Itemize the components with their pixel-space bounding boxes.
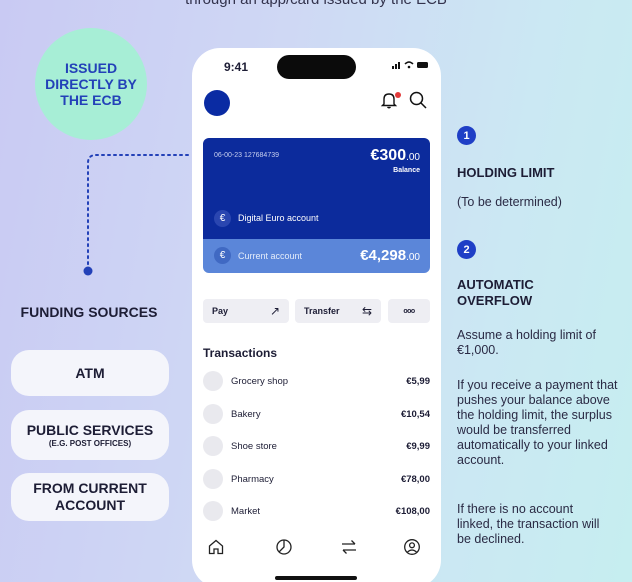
transaction-name: Market [231,506,261,517]
transaction-name: Shoe store [231,441,277,452]
euro-icon: € [214,210,231,227]
funding-sources-title: FUNDING SOURCES [20,304,158,320]
transaction-amount: €78,00 [400,474,430,485]
automatic-overflow-heading: AUTOMATIC OVERFLOW [457,277,534,308]
pay-button[interactable]: Pay ↗ [203,299,289,323]
transfer-label: Transfer [304,306,340,316]
digital-euro-card[interactable]: 06-00-23 127684739 €300.00 Balance € Dig… [203,138,430,239]
transfer-button[interactable]: Transfer ⇆ [295,299,381,323]
search-icon [409,91,427,109]
current-account-card[interactable]: € Current account €4,298.00 [203,239,430,273]
transaction-amount: €108,00 [395,506,430,517]
avatar[interactable] [204,90,230,116]
funding-source-label: FROM CURRENT ACCOUNT [33,480,147,513]
search-button[interactable] [408,90,430,112]
transaction-amount: €5,99 [406,376,430,387]
profile-icon[interactable] [403,538,421,556]
merchant-avatar [203,404,223,424]
merchant-avatar [203,371,223,391]
note-number-badge: 2 [457,240,476,259]
transaction-amount: €9,99 [406,441,430,452]
transaction-row[interactable]: Grocery shop €5,99 [203,371,430,391]
ecb-issued-badge: ISSUED DIRECTLY BY THE ECB [35,28,147,140]
overflow-text-assume: Assume a holding limit of €1,000. [457,328,596,357]
holding-limit-text: (To be determined) [457,195,562,209]
transactions-title: Transactions [203,346,278,360]
status-time: 9:41 [224,60,249,74]
funding-source-label: PUBLIC SERVICES [26,421,154,438]
arrow-up-right-icon: ↗ [269,304,280,318]
phone-mockup: 9:41 06-00-23 127684739 €300.00 Balance … [192,48,441,582]
current-account-balance: €4,298.00 [360,247,420,264]
transfer-arrows-icon: ⇆ [361,304,372,318]
holding-limit-heading: HOLDING LIMIT [457,165,555,180]
transfer-icon[interactable] [340,538,358,556]
more-dots-icon: ooo [403,307,415,315]
transaction-row[interactable]: Bakery €10,54 [203,404,430,424]
transaction-row[interactable]: Shoe store €9,99 [203,436,430,456]
merchant-avatar [203,501,223,521]
top-caption: through an app/card issued by the ECB [0,0,632,8]
overflow-text-declined: If there is no account linked, the trans… [457,502,600,546]
pay-label: Pay [212,306,229,316]
funding-source-sublabel: (E.G. POST OFFICES) [48,438,132,448]
merchant-avatar [203,469,223,489]
funding-source-public-services: PUBLIC SERVICES (E.G. POST OFFICES) [11,410,169,460]
digital-euro-account-name: Digital Euro account [238,213,319,223]
transaction-amount: €10,54 [400,409,430,420]
digital-euro-balance: €300.00 [370,147,421,164]
account-number: 06-00-23 127684739 [214,152,280,159]
overflow-text-surplus: If you receive a payment that pushes you… [457,378,618,467]
home-indicator [275,576,357,580]
transaction-row[interactable]: Pharmacy €78,00 [203,469,430,489]
funding-source-label: ATM [75,364,105,381]
funding-source-atm: ATM [11,350,169,396]
balance-label: Balance [393,167,420,174]
note-number-badge: 1 [457,126,476,145]
notification-dot [395,92,401,98]
transaction-name: Pharmacy [231,474,274,485]
signal-wifi-battery-icon [392,61,428,69]
dynamic-island [277,55,356,79]
home-icon[interactable] [207,538,225,556]
merchant-avatar [203,436,223,456]
euro-icon: € [214,247,231,264]
transaction-name: Bakery [231,409,261,420]
notifications-button[interactable] [379,90,401,112]
transaction-row[interactable]: Market €108,00 [203,501,430,521]
bottom-nav [192,538,441,562]
chart-icon[interactable] [275,538,293,556]
funding-source-current-account: FROM CURRENT ACCOUNT [11,473,169,521]
more-button[interactable]: ooo [388,299,430,323]
current-account-name: Current account [238,251,303,261]
transaction-name: Grocery shop [231,376,289,387]
status-icons [392,60,430,73]
